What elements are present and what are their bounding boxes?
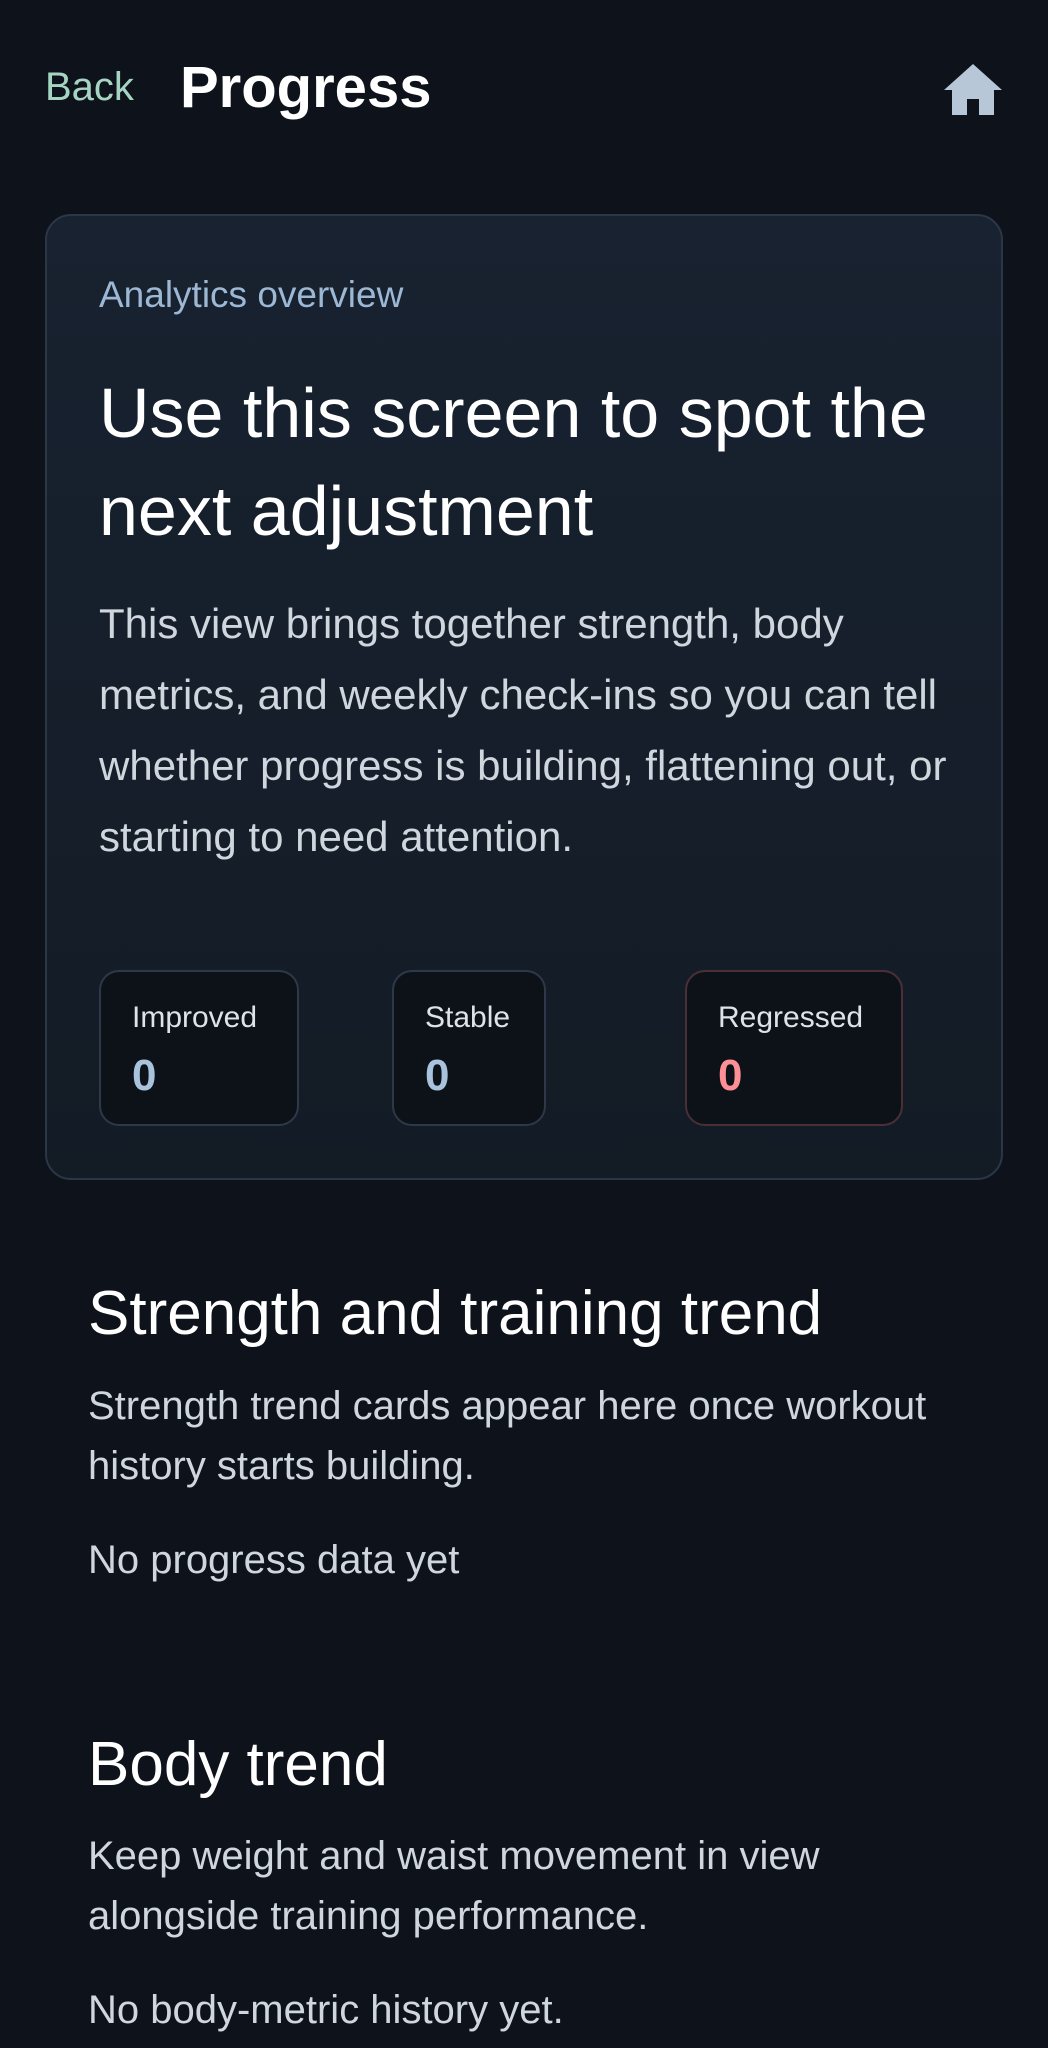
card-heading: Use this screen to spot the next adjustm… xyxy=(99,374,928,550)
card-eyebrow: Analytics overview xyxy=(99,274,404,315)
body-section-title: Body trend xyxy=(88,1730,388,1799)
stat-label: Improved xyxy=(132,1001,258,1034)
analytics-overview-card: Analytics overview Use this screen to sp… xyxy=(45,214,1003,1180)
stat-value: 0 xyxy=(132,1051,157,1100)
card-description: This view brings together strength, body… xyxy=(99,600,947,860)
body-section-description: Keep weight and waist movement in view a… xyxy=(88,1834,820,1938)
page-title: Progress xyxy=(180,55,432,120)
strength-section-description: Strength trend cards appear here once wo… xyxy=(88,1384,927,1488)
stat-label: Regressed xyxy=(718,1001,864,1034)
back-button[interactable]: Back xyxy=(45,62,134,112)
progress-screen: Back Progress Analytics overview Use thi… xyxy=(0,0,1048,2048)
home-icon xyxy=(944,64,1002,115)
stat-improved: Improved 0 xyxy=(99,970,299,1126)
app-header: Back Progress xyxy=(0,0,1048,180)
strength-empty-state: No progress data yet xyxy=(88,1538,460,1582)
stat-value: 0 xyxy=(425,1051,450,1100)
stat-label: Stable xyxy=(425,1001,511,1034)
stat-regressed: Regressed 0 xyxy=(685,970,903,1126)
strength-section-title: Strength and training trend xyxy=(88,1279,823,1348)
stat-stable: Stable 0 xyxy=(392,970,546,1126)
home-button[interactable] xyxy=(940,58,1006,120)
stat-value: 0 xyxy=(718,1051,743,1100)
body-empty-state: No body-metric history yet. xyxy=(88,1988,564,2032)
